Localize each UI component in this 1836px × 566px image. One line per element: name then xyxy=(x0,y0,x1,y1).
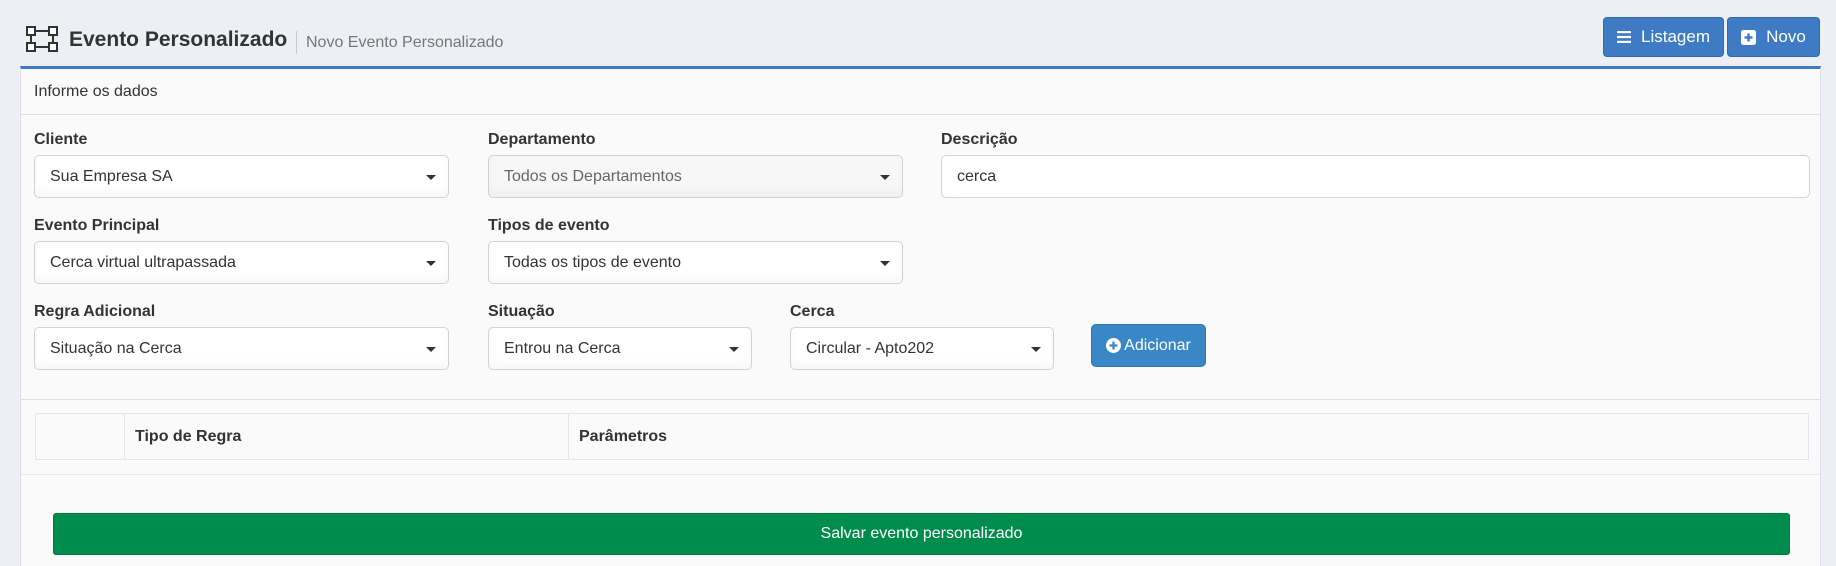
rules-table: Tipo de Regra Parâmetros xyxy=(35,413,1809,460)
title-divider xyxy=(296,31,297,54)
page-subtitle: Novo Evento Personalizado xyxy=(306,34,504,51)
card-header: Informe os dados xyxy=(21,69,1820,115)
situacao-select-value: Entrou na Cerca xyxy=(504,340,621,357)
situacao-select[interactable]: Entrou na Cerca xyxy=(488,327,752,370)
adicionar-button[interactable]: Adicionar xyxy=(1091,324,1206,367)
novo-button[interactable]: Novo xyxy=(1727,17,1820,57)
chevron-down-icon xyxy=(880,175,890,180)
save-button-label: Salvar evento personalizado xyxy=(820,525,1023,542)
regra-adicional-select-value: Situação na Cerca xyxy=(50,340,182,357)
table-column-divider xyxy=(124,414,125,459)
cerca-select-value: Circular - Apto202 xyxy=(806,340,935,357)
departamento-select-value: Todos os Departamentos xyxy=(504,168,682,185)
cerca-select[interactable]: Circular - Apto202 xyxy=(790,327,1054,370)
tipos-evento-select[interactable]: Todas os tipos de evento xyxy=(488,241,903,284)
chevron-down-icon xyxy=(1031,347,1041,352)
departamento-label: Departamento xyxy=(488,131,596,148)
page-title: Evento Personalizado xyxy=(69,28,288,51)
footer-divider xyxy=(21,474,1820,475)
vector-square-icon xyxy=(26,26,58,52)
regra-adicional-label: Regra Adicional xyxy=(34,303,156,320)
list-icon xyxy=(1617,31,1631,43)
listagem-button-label: Listagem xyxy=(1641,27,1710,46)
plus-square-icon xyxy=(1741,29,1757,45)
descricao-label: Descrição xyxy=(941,131,1018,148)
evento-principal-select[interactable]: Cerca virtual ultrapassada xyxy=(34,241,449,284)
cliente-label: Cliente xyxy=(34,131,88,148)
chevron-down-icon xyxy=(426,175,436,180)
save-button[interactable]: Salvar evento personalizado xyxy=(53,513,1790,555)
tipos-evento-label: Tipos de evento xyxy=(488,217,610,234)
cliente-select[interactable]: Sua Empresa SA xyxy=(34,155,449,198)
table-header-parametros: Parâmetros xyxy=(579,428,668,445)
listagem-button[interactable]: Listagem xyxy=(1603,17,1724,57)
chevron-down-icon xyxy=(426,261,436,266)
section-divider xyxy=(21,399,1820,400)
table-column-divider xyxy=(568,414,569,459)
regra-adicional-select[interactable]: Situação na Cerca xyxy=(34,327,449,370)
chevron-down-icon xyxy=(426,347,436,352)
chevron-down-icon xyxy=(729,347,739,352)
form-card: Informe os dados Cliente Sua Empresa SA … xyxy=(20,66,1821,566)
descricao-input[interactable] xyxy=(941,155,1810,198)
adicionar-button-label: Adicionar xyxy=(1124,336,1191,354)
tipos-evento-select-value: Todas os tipos de evento xyxy=(504,254,682,271)
chevron-down-icon xyxy=(880,261,890,266)
cerca-label: Cerca xyxy=(790,303,835,320)
cliente-select-value: Sua Empresa SA xyxy=(50,168,173,185)
page-header: Evento Personalizado Novo Evento Persona… xyxy=(0,0,1836,70)
table-header-tipo-de-regra: Tipo de Regra xyxy=(135,428,242,445)
novo-button-label: Novo xyxy=(1766,27,1806,46)
plus-circle-icon xyxy=(1106,338,1122,353)
evento-principal-label: Evento Principal xyxy=(34,217,160,234)
card-heading: Informe os dados xyxy=(34,83,158,100)
departamento-select[interactable]: Todos os Departamentos xyxy=(488,155,903,198)
evento-principal-select-value: Cerca virtual ultrapassada xyxy=(50,254,236,271)
situacao-label: Situação xyxy=(488,303,555,320)
